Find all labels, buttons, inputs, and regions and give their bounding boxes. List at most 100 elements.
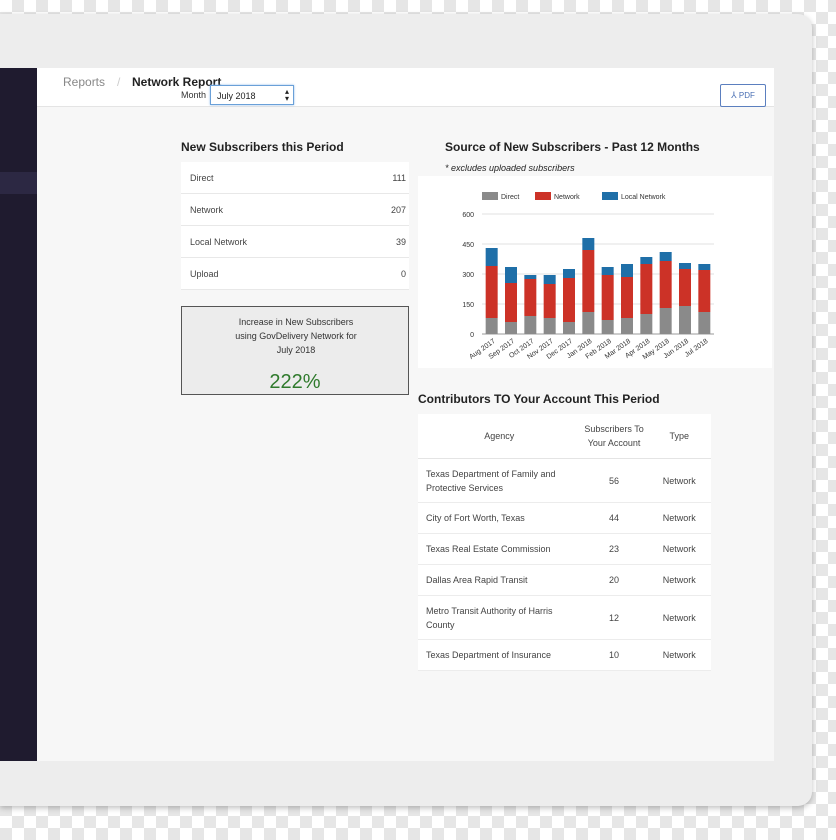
bar-segment bbox=[679, 306, 691, 334]
month-label: Month bbox=[181, 90, 207, 100]
type-cell: Network bbox=[647, 595, 711, 640]
bar-segment bbox=[640, 257, 653, 264]
device-frame: Reports / Network Report bbox=[0, 14, 812, 806]
legend-swatch bbox=[535, 192, 551, 200]
subs-cell: 23 bbox=[580, 533, 648, 565]
bar-segment bbox=[485, 248, 498, 266]
type-column-header: Type bbox=[647, 414, 711, 459]
bar-segment bbox=[601, 320, 614, 334]
subs-header-line2: Your Account bbox=[587, 438, 641, 448]
y-tick-label: 300 bbox=[462, 272, 474, 279]
increase-description: Increase in New Subscribers using GovDel… bbox=[235, 317, 357, 355]
y-tick-label: 600 bbox=[462, 212, 474, 219]
bar-segment bbox=[543, 318, 556, 334]
bar-segment bbox=[563, 269, 575, 278]
bar-segment bbox=[505, 267, 517, 283]
bar-segment bbox=[621, 264, 633, 277]
bar-segment bbox=[563, 278, 575, 322]
row-value: 111 bbox=[392, 173, 406, 183]
bar-segment bbox=[621, 277, 633, 318]
month-select-value: July 2018 bbox=[217, 91, 256, 101]
table-row: Dallas Area Rapid Transit 20 Network bbox=[418, 564, 711, 596]
select-arrows-icon: ▴ ▾ bbox=[284, 87, 289, 103]
pdf-icon: ⅄ bbox=[731, 90, 737, 100]
bar-segment bbox=[524, 279, 537, 316]
row-label: Network bbox=[190, 205, 224, 215]
legend-swatch bbox=[602, 192, 618, 200]
table-row: Metro Transit Authority of Harris County… bbox=[418, 595, 711, 640]
subs-column-header: Subscribers To Your Account bbox=[580, 414, 648, 459]
row-value: 207 bbox=[390, 205, 406, 215]
agency-cell: Texas Department of Family and Protectiv… bbox=[418, 458, 581, 503]
table-row: Local Network 39 bbox=[181, 226, 409, 258]
table-row: Texas Department of Family and Protectiv… bbox=[418, 458, 711, 503]
y-tick-label: 150 bbox=[462, 302, 474, 309]
bar-segment bbox=[601, 275, 614, 320]
bar-segment bbox=[563, 322, 575, 334]
source-chart-panel: 0 150 300 450 600 Aug 2017 Sep 2017 Oct 2017 Nov… bbox=[418, 176, 772, 368]
new-subscribers-table: Direct 111 Network 207 Local Network 39 … bbox=[181, 162, 409, 290]
legend-label: Direct bbox=[501, 194, 519, 201]
bar-segment bbox=[485, 266, 498, 318]
bar-segment bbox=[601, 267, 614, 275]
row-label: Upload bbox=[190, 269, 219, 279]
new-subscribers-title: New Subscribers this Period bbox=[181, 140, 344, 154]
row-label: Local Network bbox=[190, 237, 248, 247]
pdf-button-label: PDF bbox=[738, 91, 755, 100]
bar-segment bbox=[659, 308, 672, 334]
subs-cell: 20 bbox=[580, 564, 648, 596]
agency-cell: Dallas Area Rapid Transit bbox=[418, 564, 581, 596]
month-select[interactable]: July 2018 ▴ ▾ bbox=[210, 85, 294, 105]
bar-segment bbox=[640, 314, 653, 334]
contributors-title: Contributors TO Your Account This Period bbox=[418, 392, 660, 406]
type-cell: Network bbox=[647, 502, 711, 534]
bar-segment bbox=[679, 269, 691, 306]
table-row: Direct 111 bbox=[181, 162, 409, 194]
sidebar-active-item[interactable] bbox=[0, 172, 37, 194]
bar-segment bbox=[621, 318, 633, 334]
legend-swatch bbox=[482, 192, 498, 200]
agency-cell: Texas Real Estate Commission bbox=[418, 533, 581, 565]
bar-segment bbox=[582, 238, 595, 250]
bar-segment bbox=[698, 270, 711, 312]
breadcrumb-reports-link[interactable]: Reports bbox=[63, 75, 105, 89]
bar-segment bbox=[505, 283, 517, 322]
table-row: Network 207 bbox=[181, 194, 409, 226]
subs-cell: 44 bbox=[580, 502, 648, 534]
table-row: Texas Real Estate Commission 23 Network bbox=[418, 533, 711, 565]
increase-percentage: 222% bbox=[269, 371, 321, 393]
increase-summary-box: Increase in New Subscribers using GovDel… bbox=[181, 306, 409, 395]
y-tick-label: 450 bbox=[462, 242, 474, 249]
bar-segment bbox=[485, 318, 498, 334]
table-row: City of Fort Worth, Texas 44 Network bbox=[418, 502, 711, 534]
type-cell: Network bbox=[647, 458, 711, 503]
legend-label: Network bbox=[554, 194, 580, 201]
page-title: Network Report bbox=[132, 75, 222, 89]
pdf-button[interactable]: ⅄ PDF bbox=[720, 84, 766, 107]
bar-segment bbox=[640, 264, 653, 314]
subs-header-line1: Subscribers To bbox=[584, 424, 644, 434]
bar-segment bbox=[679, 263, 691, 269]
bar-segment bbox=[582, 250, 595, 312]
type-cell: Network bbox=[647, 533, 711, 565]
row-value: 0 bbox=[400, 269, 406, 279]
sidebar bbox=[0, 68, 37, 761]
breadcrumb: Reports / Network Report bbox=[37, 68, 774, 107]
bar-segment bbox=[505, 322, 517, 334]
source-chart-title: Source of New Subscribers - Past 12 Mont… bbox=[445, 140, 700, 154]
bar-segment bbox=[543, 284, 556, 318]
bar-segment bbox=[582, 312, 595, 334]
agency-column-header: Agency bbox=[418, 414, 581, 459]
row-label: Direct bbox=[190, 173, 214, 183]
table-header-row: Agency Subscribers To Your Account Type bbox=[418, 414, 711, 459]
subs-cell: 10 bbox=[580, 639, 648, 671]
source-chart: 0150300450600Aug 2017Sep 2017Oct 2017Nov… bbox=[462, 192, 714, 361]
agency-cell: Texas Department of Insurance bbox=[418, 639, 581, 671]
bar-segment bbox=[524, 316, 537, 334]
y-tick-label: 0 bbox=[470, 332, 474, 339]
contributors-table: Agency Subscribers To Your Account Type … bbox=[418, 414, 711, 671]
agency-cell: Metro Transit Authority of Harris County bbox=[418, 595, 581, 640]
legend-label: Local Network bbox=[621, 194, 666, 201]
bar-segment bbox=[659, 252, 672, 261]
bar-segment bbox=[543, 275, 556, 284]
